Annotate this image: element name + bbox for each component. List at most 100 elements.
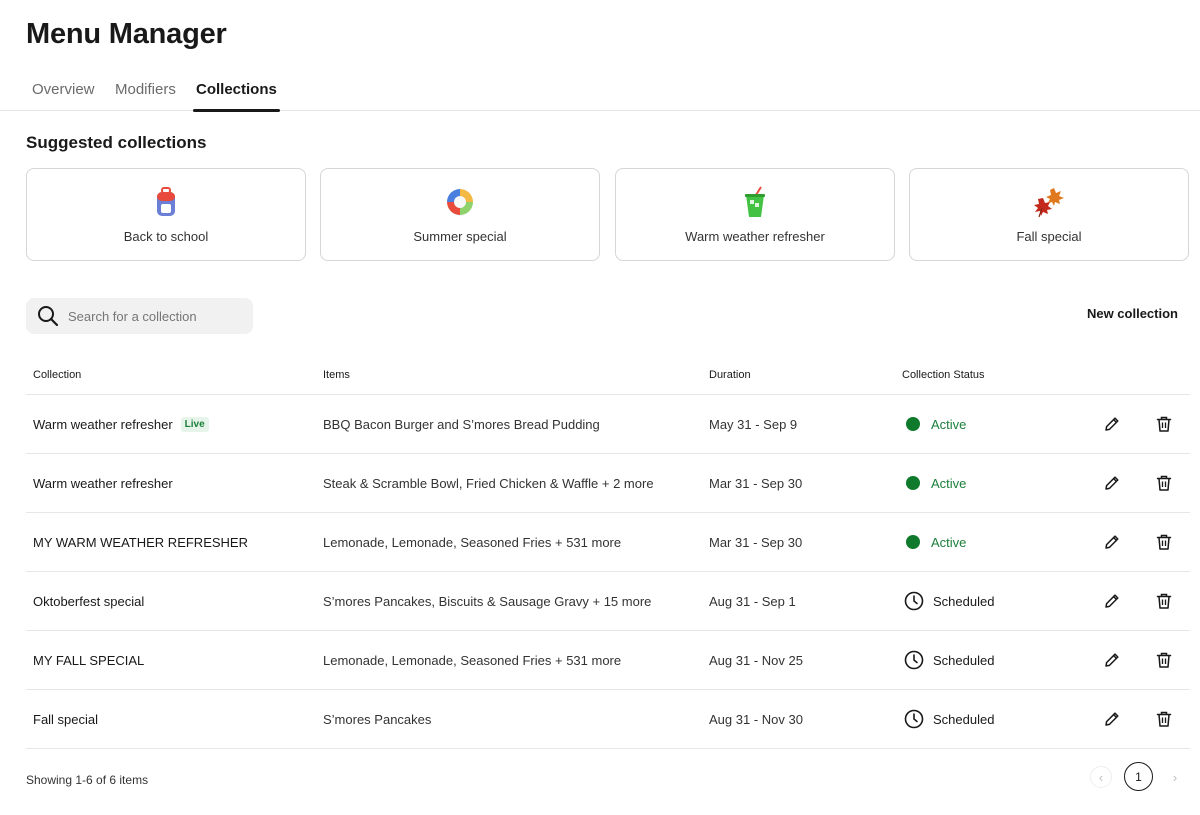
collection-name-cell: MY FALL SPECIAL — [33, 631, 144, 689]
clock-icon — [904, 650, 933, 670]
suggested-collections: Back to school Summer special Warm weath… — [26, 168, 1190, 261]
clock-icon — [904, 591, 933, 611]
duration-cell: Aug 31 - Sep 1 — [709, 593, 796, 609]
items-cell: Lemonade, Lemonade, Seasoned Fries + 531… — [323, 534, 622, 550]
clock-icon — [904, 709, 933, 729]
collection-name-cell: Warm weather refresher — [33, 454, 173, 512]
page-title: Menu Manager — [26, 18, 227, 50]
edit-cell — [1102, 395, 1122, 453]
new-collection-button[interactable]: New collection — [1087, 306, 1178, 321]
page-1-button[interactable]: 1 — [1124, 762, 1153, 791]
collections-table: Collection Items Duration Collection Sta… — [26, 355, 1190, 749]
edit-cell — [1102, 690, 1122, 748]
active-status-icon — [906, 476, 920, 490]
delete-cell — [1154, 513, 1174, 571]
table-row[interactable]: MY FALL SPECIAL Lemonade, Lemonade, Seaso… — [26, 631, 1190, 690]
collection-name: Warm weather refresher — [33, 416, 173, 432]
edit-pencil-icon[interactable] — [1102, 414, 1122, 434]
suggested-card-label: Warm weather refresher — [685, 229, 825, 244]
tab-bar: Overview Modifiers Collections — [0, 72, 1200, 112]
collection-name: Oktoberfest special — [33, 593, 145, 609]
status-text: Scheduled — [933, 711, 995, 727]
table-row[interactable]: Oktoberfest special S’mores Pancakes, Bis… — [26, 572, 1190, 631]
duration-cell: Aug 31 - Nov 30 — [709, 711, 803, 727]
delete-trash-icon[interactable] — [1154, 532, 1174, 552]
status-cell: Active — [904, 513, 966, 571]
header-items: Items — [323, 369, 350, 381]
backpack-icon — [27, 185, 305, 219]
tab-overview[interactable]: Overview — [32, 81, 95, 111]
status-cell: Scheduled — [904, 631, 994, 689]
edit-cell — [1102, 572, 1122, 630]
drink-cup-icon — [616, 185, 894, 219]
delete-trash-icon[interactable] — [1154, 473, 1174, 493]
edit-pencil-icon[interactable] — [1102, 709, 1122, 729]
delete-trash-icon[interactable] — [1154, 650, 1174, 670]
maple-leaves-icon — [910, 185, 1188, 219]
status-cell: Active — [904, 454, 966, 512]
duration-cell: May 31 - Sep 9 — [709, 416, 798, 432]
collection-name-cell: Fall special — [33, 690, 98, 748]
collection-name: Warm weather refresher — [33, 475, 173, 491]
items-cell: Lemonade, Lemonade, Seasoned Fries + 531… — [323, 652, 622, 668]
status-text: Active — [931, 534, 967, 550]
header-collection: Collection — [33, 369, 82, 381]
next-page-button[interactable]: › — [1164, 766, 1186, 788]
edit-pencil-icon[interactable] — [1102, 650, 1122, 670]
duration-cell: Aug 31 - Nov 25 — [709, 652, 803, 668]
duration-cell: Mar 31 - Sep 30 — [709, 475, 803, 491]
suggested-card-label: Fall special — [1016, 229, 1082, 244]
table-body: Warm weather refresher Live BBQ Bacon Burg… — [26, 395, 1190, 749]
items-cell: BBQ Bacon Burger and S’mores Bread Puddi… — [323, 416, 600, 432]
edit-cell — [1102, 513, 1122, 571]
edit-cell — [1102, 454, 1122, 512]
tab-modifiers[interactable]: Modifiers — [115, 81, 176, 111]
table-row[interactable]: MY WARM WEATHER REFRESHER Lemonade, Lemon… — [26, 513, 1190, 572]
status-cell: Scheduled — [904, 690, 994, 748]
prev-page-button[interactable]: ‹ — [1090, 766, 1112, 788]
items-count: Showing 1-6 of 6 items — [26, 773, 149, 787]
table-header: Collection Items Duration Collection Sta… — [26, 355, 1190, 395]
search-input[interactable] — [68, 298, 248, 334]
pagination: ‹ 1 › — [1090, 762, 1190, 792]
beach-ball-icon — [321, 185, 599, 219]
edit-pencil-icon[interactable] — [1102, 532, 1122, 552]
delete-cell — [1154, 572, 1174, 630]
items-cell: S’mores Pancakes, Biscuits & Sausage Gra… — [323, 593, 652, 609]
items-cell: S’mores Pancakes — [323, 711, 432, 727]
table-row[interactable]: Fall special S’mores Pancakes Aug 31 - Nov… — [26, 690, 1190, 749]
edit-pencil-icon[interactable] — [1102, 473, 1122, 493]
collection-name-cell: MY WARM WEATHER REFRESHER — [33, 513, 248, 571]
header-duration: Duration — [709, 369, 751, 381]
search-box — [26, 298, 253, 334]
status-text: Scheduled — [933, 652, 995, 668]
suggested-card-fall-special[interactable]: Fall special — [909, 168, 1189, 261]
edit-cell — [1102, 631, 1122, 689]
collection-name: MY FALL SPECIAL — [33, 652, 145, 668]
suggested-card-warm-weather-refresher[interactable]: Warm weather refresher — [615, 168, 895, 261]
collection-name-cell: Oktoberfest special — [33, 572, 144, 630]
delete-trash-icon[interactable] — [1154, 709, 1174, 729]
status-text: Active — [931, 475, 967, 491]
duration-cell: Mar 31 - Sep 30 — [709, 534, 803, 550]
table-row[interactable]: Warm weather refresher Live BBQ Bacon Burg… — [26, 395, 1190, 454]
table-row[interactable]: Warm weather refresher Steak & Scramble B… — [26, 454, 1190, 513]
collection-name-cell: Warm weather refresher Live — [33, 395, 209, 453]
delete-cell — [1154, 631, 1174, 689]
delete-trash-icon[interactable] — [1154, 591, 1174, 611]
suggested-card-summer-special[interactable]: Summer special — [320, 168, 600, 261]
tab-collections[interactable]: Collections — [193, 81, 280, 112]
status-cell: Scheduled — [904, 572, 994, 630]
collection-name: Fall special — [33, 711, 99, 727]
collection-name: MY WARM WEATHER REFRESHER — [33, 534, 248, 550]
edit-pencil-icon[interactable] — [1102, 591, 1122, 611]
header-status: Collection Status — [902, 369, 985, 381]
suggested-collections-title: Suggested collections — [26, 133, 207, 152]
delete-cell — [1154, 690, 1174, 748]
search-icon — [38, 306, 59, 327]
status-text: Active — [931, 416, 967, 432]
active-status-icon — [906, 417, 920, 431]
suggested-card-back-to-school[interactable]: Back to school — [26, 168, 306, 261]
suggested-card-label: Summer special — [413, 229, 507, 244]
delete-trash-icon[interactable] — [1154, 414, 1174, 434]
